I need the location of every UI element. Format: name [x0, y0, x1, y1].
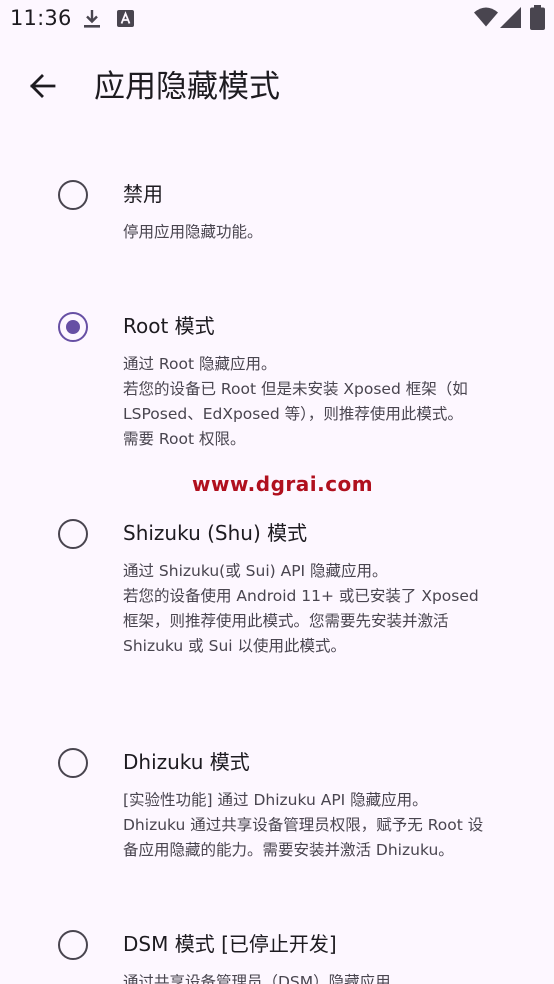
watermark: www.dgrai.com: [192, 472, 374, 496]
signal-icon: [500, 7, 522, 32]
app-bar: 应用隐藏模式: [0, 50, 554, 126]
option-dsm-mode[interactable]: DSM 模式 [已停止开发] 通过共享设备管理员（DSM）隐藏应用: [0, 910, 554, 984]
option-title: 禁用: [123, 182, 163, 206]
option-description: 通过 Root 隐藏应用。 若您的设备已 Root 但是未安装 Xposed 框…: [123, 355, 468, 448]
radio-dhizuku-mode[interactable]: [58, 748, 88, 778]
radio-selected-dot: [66, 320, 80, 334]
arrow-left-icon: [28, 72, 56, 104]
option-title: Root 模式: [123, 314, 215, 338]
option-shizuku-mode[interactable]: Shizuku (Shu) 模式 通过 Shizuku(或 Sui) API 隐…: [0, 499, 554, 679]
radio-shizuku-mode[interactable]: [58, 519, 88, 549]
option-description: 通过共享设备管理员（DSM）隐藏应用: [123, 973, 391, 984]
option-title: Dhizuku 模式: [123, 750, 250, 774]
option-disabled[interactable]: 禁用 停用应用隐藏功能。: [0, 160, 554, 270]
download-icon: [82, 8, 102, 34]
wifi-icon: [474, 7, 498, 31]
option-dhizuku-mode[interactable]: Dhizuku 模式 [实验性功能] 通过 Dhizuku API 隐藏应用。 …: [0, 728, 554, 878]
page-title: 应用隐藏模式: [94, 69, 280, 105]
radio-dsm-mode[interactable]: [58, 930, 88, 960]
status-time: 11:36: [10, 6, 72, 30]
battery-icon: [530, 5, 545, 34]
option-description: 停用应用隐藏功能。: [123, 223, 263, 241]
status-bar: 11:36: [0, 0, 554, 38]
option-root-mode[interactable]: Root 模式 通过 Root 隐藏应用。 若您的设备已 Root 但是未安装 …: [0, 292, 554, 467]
option-title: Shizuku (Shu) 模式: [123, 521, 308, 545]
font-a-icon: [117, 10, 134, 31]
option-description: 通过 Shizuku(或 Sui) API 隐藏应用。 若您的设备使用 Andr…: [123, 562, 479, 655]
back-button[interactable]: [18, 64, 66, 112]
option-description: [实验性功能] 通过 Dhizuku API 隐藏应用。 Dhizuku 通过共…: [123, 791, 484, 859]
radio-disabled[interactable]: [58, 180, 88, 210]
option-title: DSM 模式 [已停止开发]: [123, 932, 337, 956]
radio-root-mode[interactable]: [58, 312, 88, 342]
